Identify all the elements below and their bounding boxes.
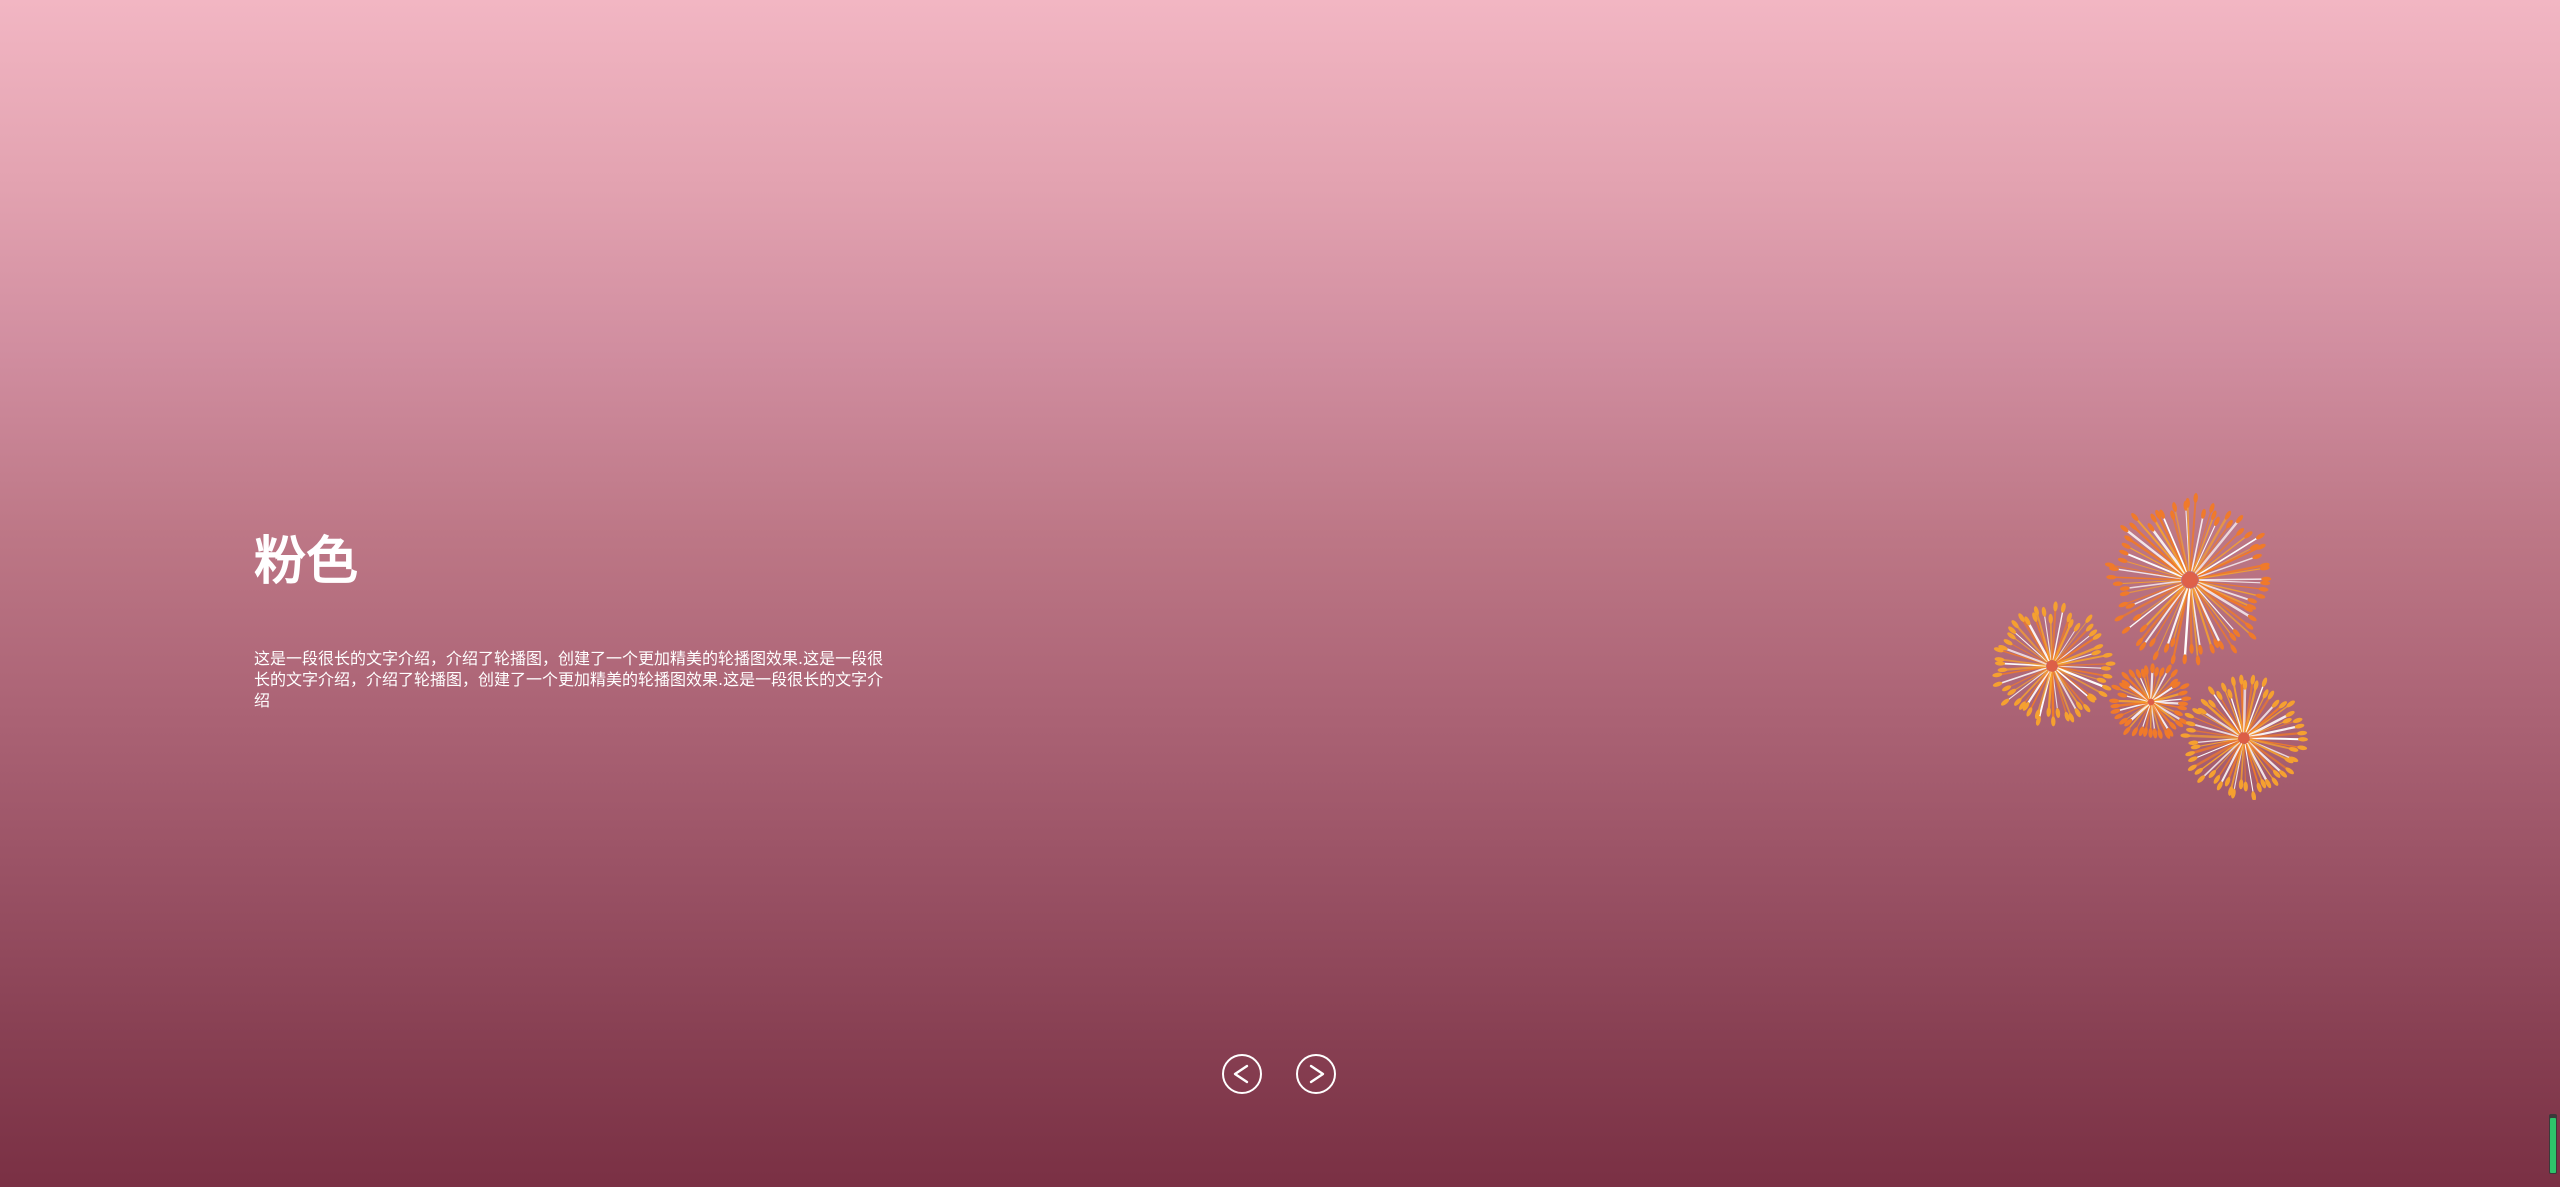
carousel-slide: 粉色 这是一段很长的文字介绍，介绍了轮播图，创建了一个更加精美的轮播图效果.这是…: [0, 0, 2560, 1187]
next-slide-button[interactable]: [1296, 1054, 1336, 1094]
firework-burst: [2109, 663, 2192, 739]
progress-indicator: [2549, 1114, 2557, 1174]
slide-title: 粉色: [254, 532, 359, 592]
progress-indicator-fill: [2550, 1117, 2556, 1173]
firework-burst: [2104, 493, 2272, 666]
firework-burst: [1992, 601, 2116, 727]
fireworks-icon: [1992, 493, 2308, 800]
firework-burst: [2180, 674, 2308, 800]
chevron-right-icon: [1309, 1064, 1325, 1084]
prev-slide-button[interactable]: [1222, 1054, 1262, 1094]
chevron-left-icon: [1233, 1064, 1249, 1084]
slide-description: 这是一段很长的文字介绍，介绍了轮播图，创建了一个更加精美的轮播图效果.这是一段很…: [254, 649, 884, 710]
